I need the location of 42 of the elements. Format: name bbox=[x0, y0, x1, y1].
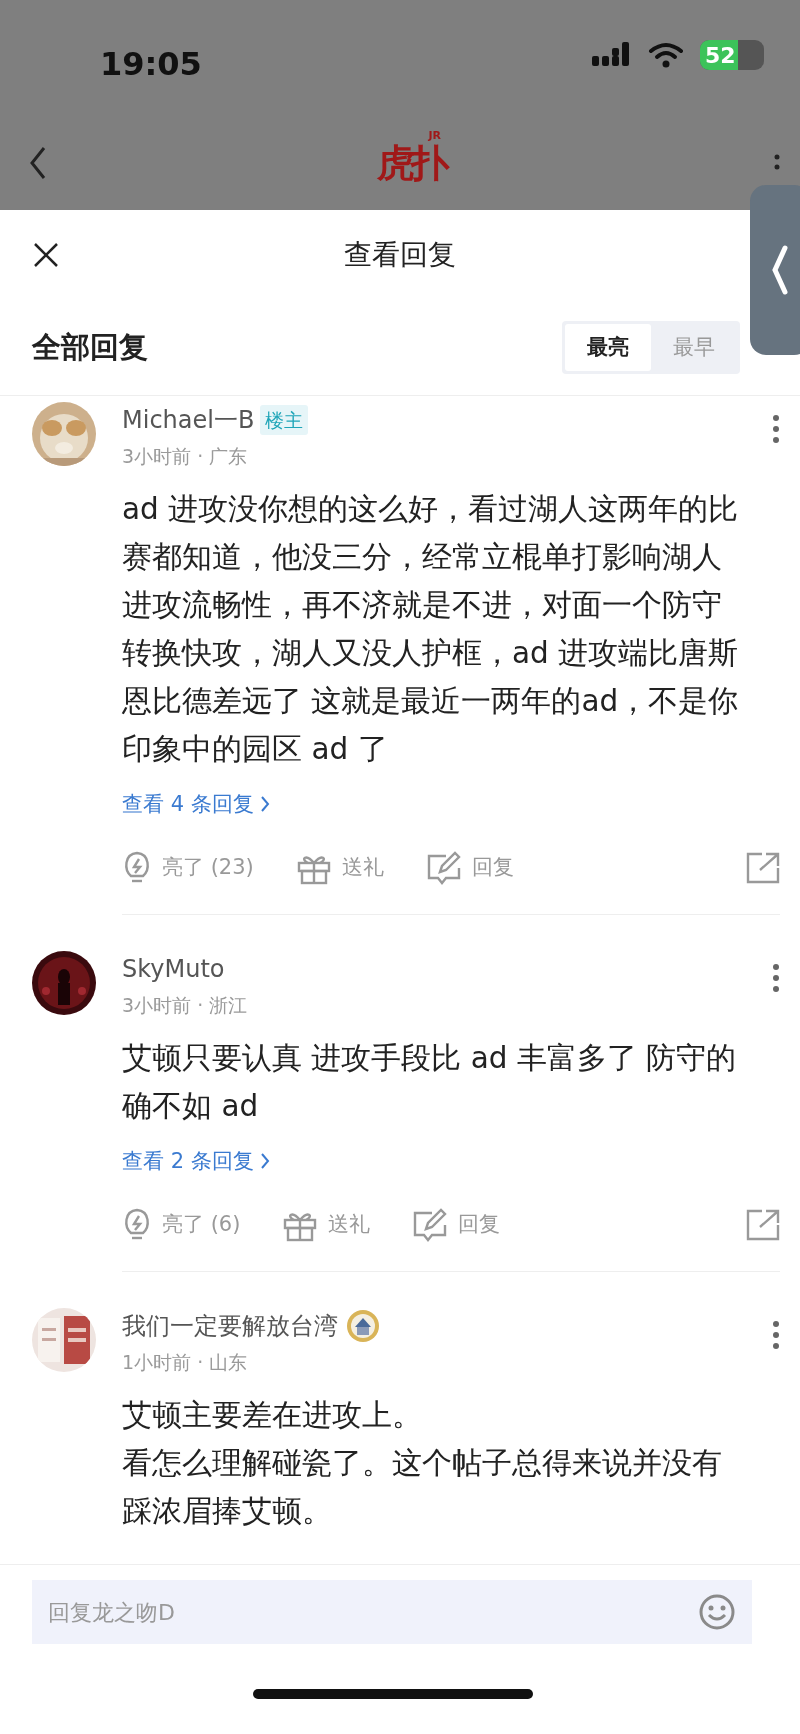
wifi-icon bbox=[648, 42, 684, 68]
back-icon[interactable] bbox=[28, 144, 48, 181]
chevron-left-icon bbox=[771, 245, 789, 295]
share-icon[interactable] bbox=[746, 852, 780, 884]
status-time: 19:05 bbox=[100, 44, 202, 85]
side-tab[interactable] bbox=[750, 185, 800, 355]
more-icon[interactable] bbox=[772, 1320, 780, 1350]
like-button[interactable]: 亮了 (23) bbox=[122, 850, 254, 886]
signal-icon bbox=[592, 42, 632, 68]
view-replies-link[interactable]: 查看 4 条回复 bbox=[122, 788, 270, 820]
gift-button[interactable]: 送礼 bbox=[282, 1208, 371, 1242]
emoji-icon[interactable] bbox=[698, 1593, 736, 1631]
comment-text: 艾顿主要差在进攻上。 bbox=[122, 1396, 423, 1434]
post-meta: 3小时前 · 浙江 bbox=[122, 993, 248, 1018]
more-icon[interactable] bbox=[772, 414, 780, 444]
sheet-title: 查看回复 bbox=[344, 237, 456, 273]
sort-tab[interactable]: 最早 bbox=[651, 323, 737, 372]
reply-input[interactable]: 回复龙之吻D bbox=[32, 1580, 752, 1644]
chevron-icon bbox=[259, 795, 270, 814]
view-replies-link[interactable]: 查看 2 条回复 bbox=[122, 1145, 270, 1177]
gift-button[interactable]: 送礼 bbox=[295, 851, 384, 885]
author-tag: 楼主 bbox=[260, 404, 309, 436]
section-title: 全部回复 bbox=[32, 328, 148, 366]
more-icon[interactable] bbox=[772, 963, 780, 993]
post-meta: 1小时前 · 山东 bbox=[122, 1350, 249, 1375]
reply-button[interactable]: 回复 bbox=[425, 850, 514, 886]
post-meta: 3小时前 · 广东 bbox=[122, 444, 249, 469]
user-name[interactable]: Michael一B bbox=[122, 402, 255, 438]
edit-icon bbox=[412, 1207, 449, 1243]
edit-icon bbox=[425, 850, 462, 886]
battery-percent: 52 bbox=[705, 41, 736, 70]
share-icon[interactable] bbox=[746, 1209, 780, 1241]
comment-text: 看怎么理解碰瓷了。这个帖子总得来说并没有踩浓眉捧艾顿。 bbox=[122, 1444, 723, 1530]
close-icon[interactable] bbox=[33, 242, 59, 268]
sort-tab[interactable]: 最亮 bbox=[565, 323, 651, 372]
user-name[interactable]: SkyMuto bbox=[122, 951, 225, 987]
like-button[interactable]: 亮了 (6) bbox=[122, 1207, 241, 1243]
user-name[interactable]: 我们一定要解放台湾 bbox=[122, 1308, 338, 1344]
comment-text: ad 进攻没你想的这么好，看过湖人这两年的比赛都知道，他没三分，经常立棍单打影响湖人进攻流畅性，再不济就是不进，对面一个防守转换快攻，湖人又没人护框，ad 进攻端比唐斯恩比德差远了 这就是最近一两年的ad，不是你印象中的园区 ad 了 bbox=[122, 490, 740, 768]
reply-button[interactable]: 回复 bbox=[412, 1207, 501, 1243]
comment-text: 艾顿只要认真 进攻手段比 ad 丰富多了 防守的确不如 ad bbox=[122, 1039, 738, 1125]
chevron-icon bbox=[259, 1152, 270, 1171]
